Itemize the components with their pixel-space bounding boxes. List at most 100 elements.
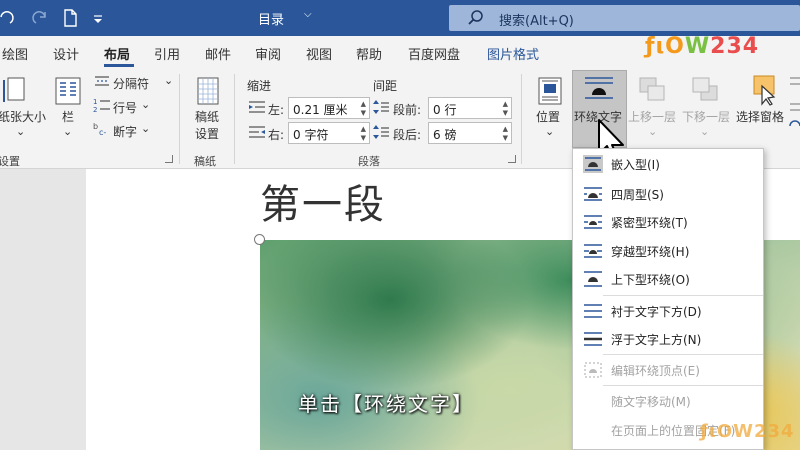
selection-pane-button[interactable]: 选择窗格 (736, 108, 784, 125)
tab-review[interactable]: 审阅 (255, 44, 281, 63)
indent-left-label: 左: (268, 103, 285, 117)
behind-text-icon (584, 304, 602, 318)
menu-item-edit-wrap-points[interactable]: 编辑环绕顶点(E) (573, 356, 763, 384)
menu-separator (603, 385, 763, 386)
spacing-before-label: 段前: (393, 103, 422, 117)
search-box[interactable]: 搜索(Alt+Q) (449, 5, 800, 31)
rotation-handle[interactable] (254, 234, 265, 245)
bring-forward-button[interactable]: 上移一层 (628, 108, 676, 125)
wrap-text-menu: 嵌入型(I) 四周型(S) 紧密型环绕(T) 穿越型环绕(H) 上下型环绕(O)… (572, 148, 764, 450)
document-margin (0, 169, 86, 450)
draft-group-label: 稿纸 (194, 155, 216, 168)
breaks-button[interactable]: 分隔符 (113, 75, 149, 92)
page-setup-group-label: 设置 (0, 155, 20, 168)
spin-up-icon[interactable]: ▲ (361, 125, 366, 133)
chevron-down-icon[interactable]: ⌄ (164, 74, 173, 87)
tab-view[interactable]: 视图 (306, 44, 332, 63)
spin-down-icon[interactable]: ▼ (361, 109, 366, 117)
in-front-text-icon (584, 332, 602, 346)
square-wrap-icon (584, 187, 602, 201)
chevron-down-icon[interactable]: ⌄ (141, 122, 150, 135)
paper-size-button[interactable]: 纸张大小 (0, 108, 46, 125)
menu-separator (603, 354, 763, 355)
tight-wrap-icon (584, 215, 602, 229)
instruction-caption: 单击【环绕文字】 (298, 392, 474, 416)
top-bottom-wrap-icon (584, 271, 602, 287)
tab-baidu-netdisk[interactable]: 百度网盘 (408, 44, 460, 63)
chevron-down-icon[interactable]: ⌵ (304, 9, 312, 20)
svg-text:1: 1 (93, 98, 97, 106)
tab-mailings[interactable]: 邮件 (205, 44, 231, 63)
redo-icon[interactable] (30, 8, 50, 28)
svg-text:b: b (93, 122, 98, 131)
document-title[interactable]: 目录 (258, 9, 284, 28)
menu-separator (603, 295, 763, 296)
send-backward-button[interactable]: 下移一层 (682, 108, 730, 125)
edit-wrap-points-icon (584, 362, 602, 378)
menu-item-square[interactable]: 四周型(S) (573, 180, 763, 208)
chevron-down-icon[interactable]: ⌄ (545, 125, 554, 138)
paper-size-icon (3, 77, 25, 102)
line-numbers-icon: 12 (93, 98, 110, 113)
undo-icon[interactable] (0, 8, 16, 28)
indent-left-icon (249, 101, 265, 113)
menu-item-behind-text[interactable]: 衬于文字下方(D) (573, 297, 763, 325)
position-icon (538, 77, 562, 105)
menu-item-in-front-of-text[interactable]: 浮于文字上方(N) (573, 325, 763, 353)
chevron-down-icon[interactable]: ⌄ (63, 125, 72, 138)
position-button[interactable]: 位置 (536, 108, 560, 125)
spacing-after-label: 段后: (393, 128, 422, 142)
chevron-down-icon[interactable]: ⌄ (700, 125, 709, 138)
title-bar: 目录 ⌵ 搜索(Alt+Q) (0, 0, 800, 36)
spin-up-icon[interactable]: ▲ (361, 100, 366, 108)
paragraph-launcher-icon[interactable] (508, 155, 516, 163)
columns-button[interactable]: 栏 (62, 108, 74, 125)
menu-item-move-with-text[interactable]: 随文字移动(M) (573, 387, 763, 415)
chevron-down-icon[interactable]: ⌄ (16, 125, 25, 138)
tab-help[interactable]: 帮助 (356, 44, 382, 63)
page-setup-launcher-icon[interactable] (165, 155, 173, 163)
menu-item-inline[interactable]: 嵌入型(I) (573, 150, 763, 178)
chevron-down-icon[interactable]: ⌄ (648, 125, 657, 138)
hyphenation-button[interactable]: 断字 (113, 123, 137, 140)
chevron-down-icon[interactable]: ⌄ (141, 98, 150, 111)
manuscript-paper-icon (197, 77, 219, 105)
paragraph-group-label: 段落 (358, 155, 380, 168)
group-divider (234, 74, 235, 164)
svg-text:2: 2 (93, 106, 97, 113)
tab-draw[interactable]: 绘图 (2, 44, 28, 63)
customize-toolbar-icon[interactable] (88, 8, 108, 28)
spacing-before-field[interactable]: 0 行 ▲ ▼ (428, 97, 512, 119)
menu-item-tight[interactable]: 紧密型环绕(T) (573, 208, 763, 236)
site-logo: ƒιOW234 (645, 34, 760, 59)
send-backward-icon (692, 77, 718, 101)
menu-item-through[interactable]: 穿越型环绕(H) (573, 237, 763, 265)
through-wrap-icon (584, 244, 602, 258)
indent-left-field[interactable]: 0.21 厘米 ▲ ▼ (288, 97, 370, 119)
active-tab-indicator (104, 64, 134, 67)
tab-picture-format[interactable]: 图片格式 (487, 44, 539, 63)
menu-item-top-bottom[interactable]: 上下型环绕(O) (573, 265, 763, 293)
hyphenation-icon: bc- (93, 122, 106, 137)
group-divider (521, 74, 522, 164)
tab-references[interactable]: 引用 (154, 44, 180, 63)
document-heading[interactable]: 第一段 (260, 172, 386, 230)
spin-up-icon[interactable]: ▲ (503, 125, 508, 133)
indent-right-icon (249, 126, 265, 138)
spin-up-icon[interactable]: ▲ (503, 100, 508, 108)
tab-design[interactable]: 设计 (53, 44, 79, 63)
align-icon[interactable] (788, 74, 800, 134)
new-document-icon[interactable] (60, 8, 80, 28)
manuscript-settings-button[interactable]: 稿纸 (195, 108, 219, 125)
spacing-after-field[interactable]: 6 磅 ▲ ▼ (428, 122, 512, 144)
tab-layout[interactable]: 布局 (104, 44, 130, 63)
spacing-before-icon (373, 100, 389, 114)
line-numbers-button[interactable]: 行号 (113, 99, 137, 116)
spin-down-icon[interactable]: ▼ (503, 109, 508, 117)
spin-down-icon[interactable]: ▼ (361, 134, 366, 142)
search-icon (468, 10, 483, 25)
spin-down-icon[interactable]: ▼ (503, 134, 508, 142)
indent-header: 缩进 (247, 79, 272, 93)
indent-right-field[interactable]: 0 字符 ▲ ▼ (288, 122, 370, 144)
columns-icon (55, 77, 81, 105)
